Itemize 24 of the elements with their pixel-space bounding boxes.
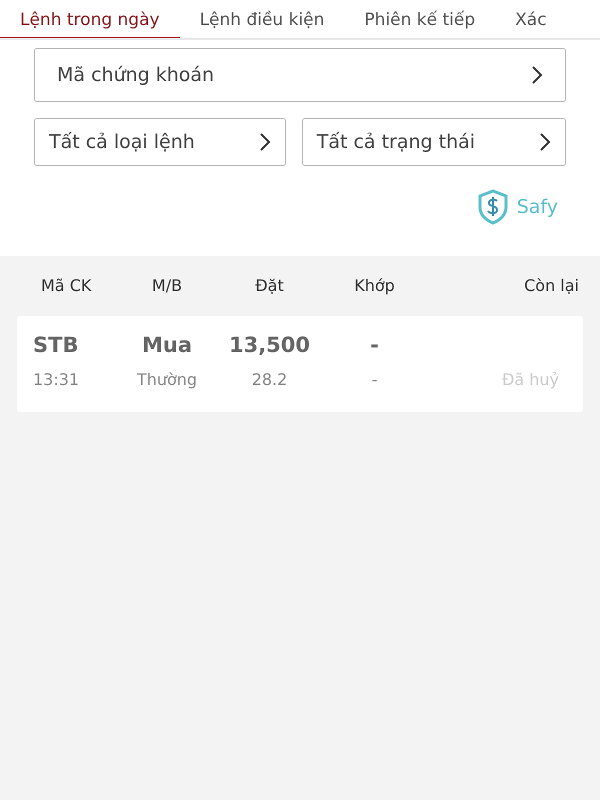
order-type-select[interactable]: Tất cả loại lệnh (34, 118, 286, 166)
tab[interactable]: Xác (495, 0, 567, 38)
tab[interactable]: Phiên kế tiếp (344, 0, 496, 38)
stock-symbol: STB (32, 332, 80, 359)
order-price: 13,500 (228, 332, 312, 359)
order-time: 13:31 (32, 368, 80, 390)
column-header: Khớp (353, 275, 396, 297)
chevron-right-icon (258, 132, 271, 152)
column-header: Mã CK (40, 275, 92, 297)
tab[interactable]: Lệnh điều kiện (180, 0, 344, 38)
matched-quantity: - (370, 368, 378, 390)
shield-dollar-icon (476, 189, 509, 225)
column-header: Còn lại (523, 275, 580, 297)
chevron-right-icon (539, 132, 551, 152)
matched-price: - (369, 332, 380, 359)
status-select[interactable]: Tất cả trạng thái (302, 118, 566, 166)
tab[interactable]: Lệnh trong ngày (0, 0, 180, 38)
column-header: M/B (150, 275, 184, 297)
chevron-right-icon (531, 65, 543, 85)
order-side: Mua (140, 332, 194, 359)
stock-symbol-field[interactable]: Mã chứng khoán (34, 48, 566, 102)
column-header: Đặt (254, 275, 285, 297)
order-type: Thường (136, 368, 198, 390)
order-quantity: 28.2 (250, 368, 288, 390)
